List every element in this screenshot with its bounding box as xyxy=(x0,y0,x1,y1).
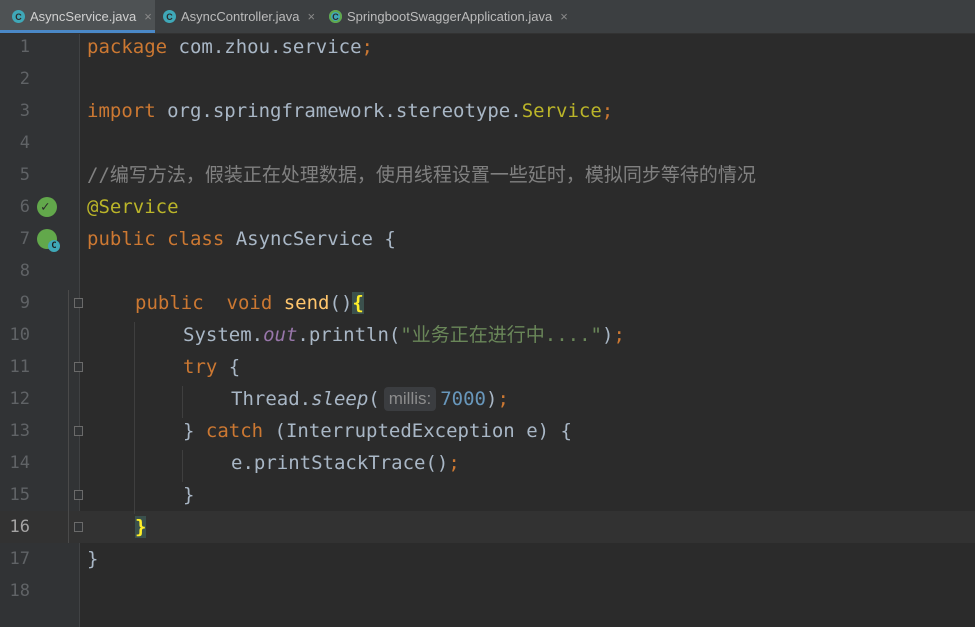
tab-springboot-swagger-application[interactable]: C SpringbootSwaggerApplication.java × xyxy=(325,0,585,33)
code-line-3: import org.springframework.stereotype.Se… xyxy=(87,100,614,122)
close-icon[interactable]: × xyxy=(144,9,152,24)
line-number: 2 xyxy=(19,69,30,89)
indent-guide xyxy=(182,386,183,418)
line-number: 5 xyxy=(19,165,30,185)
indent-guide xyxy=(182,450,183,482)
fold-icon[interactable] xyxy=(74,522,83,532)
code-line-17: } xyxy=(87,548,99,570)
line-number: 3 xyxy=(19,101,30,121)
code-line-10: System.out.println("业务正在进行中...."); xyxy=(183,324,625,346)
fold-icon[interactable] xyxy=(74,490,83,500)
code-line-7: public class AsyncService { xyxy=(87,228,396,250)
tab-async-controller[interactable]: C AsyncController.java × xyxy=(155,0,325,33)
line-number: 13 xyxy=(9,421,30,441)
line-number: 6 xyxy=(19,197,30,217)
tab-label: AsyncController.java xyxy=(181,9,300,24)
class-icon: C xyxy=(163,10,176,23)
code-line-14: e.printStackTrace(); xyxy=(231,452,460,474)
line-number: 15 xyxy=(9,485,30,505)
line-number: 10 xyxy=(9,325,30,345)
fold-icon[interactable] xyxy=(74,362,83,372)
line-number: 8 xyxy=(19,261,30,281)
spring-class-icon[interactable] xyxy=(37,229,60,252)
line-number: 17 xyxy=(9,549,30,569)
tab-label: SpringbootSwaggerApplication.java xyxy=(347,9,553,24)
parameter-hint: millis: xyxy=(383,387,437,411)
line-number: 12 xyxy=(9,389,30,409)
spring-bean-icon[interactable] xyxy=(37,197,57,217)
code-line-5-comment: //编写方法，假装正在处理数据，使用线程设置一些延时，模拟同步等待的情况 xyxy=(87,164,756,186)
line-number: 11 xyxy=(9,357,30,377)
line-number: 7 xyxy=(19,229,30,249)
line-number: 4 xyxy=(19,133,30,153)
code-line-11: try { xyxy=(183,356,241,378)
fold-icon[interactable] xyxy=(74,298,83,308)
code-line-9: public void send(){ xyxy=(135,292,364,314)
line-number: 1 xyxy=(19,37,30,57)
code-line-15: } xyxy=(183,484,195,506)
indent-guide xyxy=(134,322,135,514)
code-line-16: } xyxy=(135,516,147,538)
spring-boot-class-icon: C xyxy=(329,10,342,23)
code-line-13: } catch (InterruptedException e) { xyxy=(183,420,572,442)
line-number: 16 xyxy=(9,517,30,537)
tab-label: AsyncService.java xyxy=(30,9,137,24)
tab-async-service[interactable]: C AsyncService.java × xyxy=(0,0,155,33)
line-number: 14 xyxy=(9,453,30,473)
close-icon[interactable]: × xyxy=(560,9,568,24)
editor-tab-bar: C AsyncService.java × C AsyncController.… xyxy=(0,0,975,34)
scope-indicator xyxy=(68,290,69,543)
close-icon[interactable]: × xyxy=(308,9,316,24)
code-line-12: Thread.sleep(millis: 7000); xyxy=(231,387,509,411)
code-line-1: package com.zhou.service; xyxy=(87,36,373,58)
line-number: 18 xyxy=(9,581,30,601)
line-number: 9 xyxy=(19,293,30,313)
class-icon: C xyxy=(12,10,25,23)
fold-icon[interactable] xyxy=(74,426,83,436)
code-line-6: @Service xyxy=(87,196,179,218)
